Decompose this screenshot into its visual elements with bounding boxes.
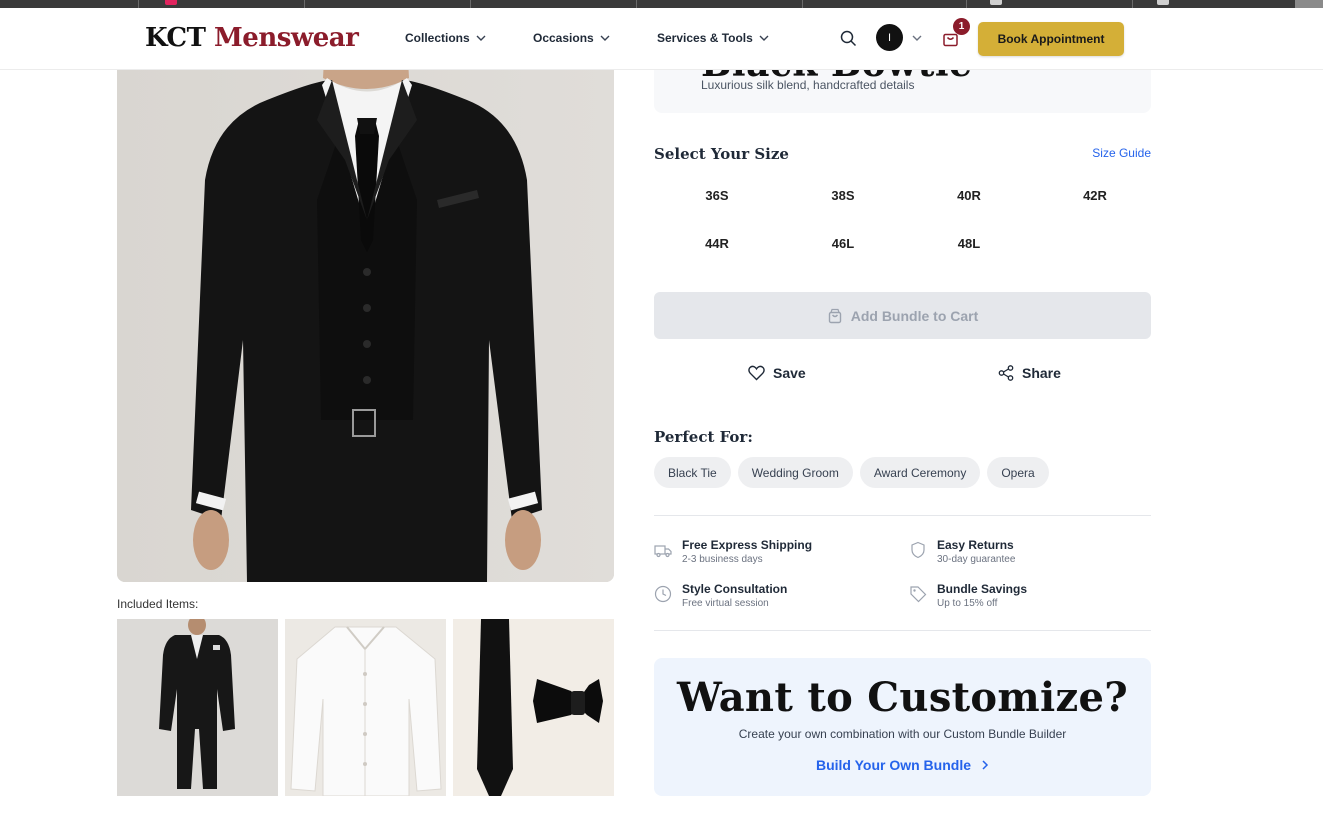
feature-title: Free Express Shipping [682, 538, 813, 552]
site-logo[interactable]: KCT Menswear [145, 23, 359, 53]
user-avatar[interactable]: I [876, 24, 903, 51]
feature-savings: Bundle Savings Up to 15% off [909, 582, 1027, 611]
browser-tab[interactable] [138, 0, 304, 8]
feature-shipping: Free Express Shipping 2-3 business days [654, 538, 812, 567]
nav-occasions[interactable]: Occasions [533, 31, 610, 45]
size-option[interactable]: 42R [1032, 178, 1158, 212]
nav-collections[interactable]: Collections [405, 31, 486, 45]
size-option[interactable]: 44R [654, 226, 780, 260]
thumbnail-suit[interactable] [117, 619, 278, 796]
shield-icon [911, 541, 925, 559]
browser-tab-strip [0, 0, 1323, 8]
chevron-down-icon [476, 35, 486, 41]
customize-subtitle: Create your own combination with our Cus… [738, 727, 1067, 741]
build-own-bundle-link[interactable]: Build Your Own Bundle [654, 757, 1151, 773]
save-label: Save [773, 365, 806, 381]
feature-subtitle: 30-day guarantee [937, 554, 1016, 565]
product-subtitle: Luxurious silk blend, handcrafted detail… [701, 78, 915, 92]
browser-tab[interactable] [802, 0, 966, 8]
share-button[interactable]: Share [998, 362, 1061, 384]
feature-returns: Easy Returns 30-day guarantee [909, 538, 1015, 567]
browser-tab[interactable] [304, 0, 470, 8]
size-option[interactable]: 38S [780, 178, 906, 212]
customize-title: Want to Customize? [676, 674, 1129, 721]
size-options: 36S 38S 40R 42R 44R 46L 48L [654, 178, 1158, 260]
divider [654, 515, 1151, 516]
occasion-tag[interactable]: Award Ceremony [859, 457, 981, 488]
tab-favicon-icon [1157, 0, 1169, 5]
heart-icon [748, 365, 765, 381]
size-option[interactable]: 46L [780, 226, 906, 260]
book-appointment-button[interactable]: Book Appointment [978, 22, 1124, 56]
cart-count-badge: 1 [953, 18, 970, 35]
nav-label: Services & Tools [657, 31, 753, 45]
share-label: Share [1022, 365, 1061, 381]
customize-panel: Want to Customize? Create your own combi… [654, 658, 1151, 796]
active-tab[interactable] [1295, 0, 1323, 8]
feature-subtitle: 2-3 business days [682, 554, 763, 565]
chevron-down-icon [759, 35, 769, 41]
size-option[interactable]: 40R [906, 178, 1032, 212]
share-icon [998, 365, 1014, 381]
shirt-thumbnail-image [285, 619, 446, 796]
suit-thumbnail-image [117, 619, 278, 796]
occasion-tag[interactable]: Wedding Groom [737, 457, 853, 488]
feature-consultation: Style Consultation Free virtual session [654, 582, 787, 611]
add-bundle-to-cart-button[interactable]: Add Bundle to Cart [654, 292, 1151, 339]
tie-bowtie-thumbnail-image [453, 619, 614, 796]
tab-favicon-icon [165, 0, 177, 5]
site-header: KCT Menswear Collections Occasions Servi… [0, 8, 1323, 70]
clock-icon [654, 585, 672, 603]
occasion-tags: Black Tie Wedding Groom Award Ceremony O… [654, 457, 1049, 488]
logo-part-2: Menswear [214, 23, 359, 53]
nav-label: Collections [405, 31, 470, 45]
truck-icon [654, 545, 672, 558]
shopping-bag-icon [828, 308, 841, 323]
divider [654, 630, 1151, 631]
add-to-cart-label: Add Bundle to Cart [850, 307, 979, 324]
chevron-right-icon [982, 760, 989, 770]
feature-title: Style Consultation [682, 582, 788, 596]
nav-services-tools[interactable]: Services & Tools [657, 31, 769, 45]
feature-title: Bundle Savings [937, 582, 1028, 596]
feature-subtitle: Free virtual session [682, 598, 769, 609]
suit-model-image [117, 40, 614, 582]
feature-title: Easy Returns [937, 538, 1014, 552]
feature-subtitle: Up to 15% off [937, 598, 998, 609]
build-bundle-label: Build Your Own Bundle [815, 757, 972, 773]
size-guide-link[interactable]: Size Guide [1092, 146, 1151, 160]
occasion-tag[interactable]: Black Tie [654, 457, 731, 488]
occasion-tag[interactable]: Opera [987, 457, 1049, 488]
included-items-label: Included Items: [117, 597, 199, 611]
size-option[interactable]: 36S [654, 178, 780, 212]
chevron-down-icon [600, 35, 610, 41]
product-main-image[interactable] [117, 40, 614, 582]
thumbnail-shirt[interactable] [285, 619, 446, 796]
browser-tab[interactable] [636, 0, 802, 8]
chevron-down-icon[interactable] [912, 35, 922, 41]
tag-icon [910, 586, 927, 603]
nav-label: Occasions [533, 31, 594, 45]
size-heading: Select Your Size [654, 145, 789, 163]
size-option[interactable]: 48L [906, 226, 1032, 260]
save-button[interactable]: Save [748, 362, 806, 384]
thumbnail-tie-bowtie[interactable] [453, 619, 614, 796]
perfect-for-heading: Perfect For: [654, 428, 753, 446]
logo-part-1: KCT [145, 23, 206, 53]
search-icon[interactable] [840, 30, 857, 47]
tab-favicon-icon [990, 0, 1002, 5]
browser-tab[interactable] [470, 0, 636, 8]
